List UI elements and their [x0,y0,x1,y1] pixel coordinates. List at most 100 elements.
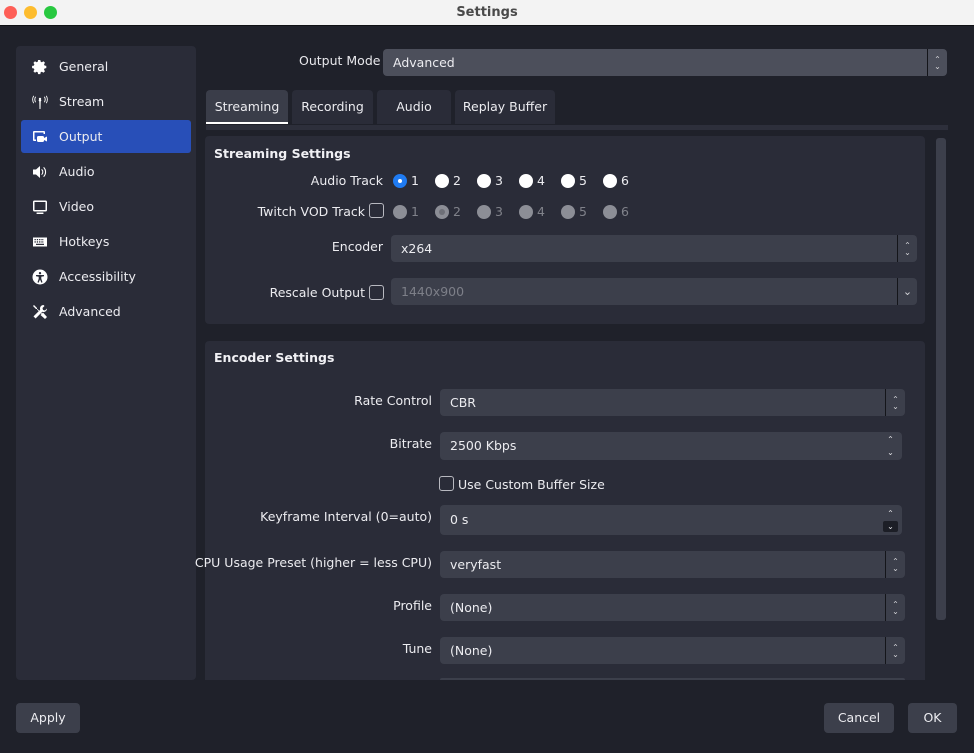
streaming-settings-title: Streaming Settings [214,146,351,161]
sidebar-item-advanced[interactable]: Advanced [21,295,191,328]
tune-label: Tune [402,641,432,656]
output-mode-select[interactable]: Advanced ⌃ ⌄ [383,49,947,76]
twitch-vod-option-label: 6 [621,204,629,219]
audio-track-radio-4[interactable] [519,174,533,188]
audio-track-option-label: 5 [579,173,587,188]
audio-track-option-label: 6 [621,173,629,188]
rescale-output-checkbox[interactable] [369,285,384,300]
tab-replay-buffer[interactable]: Replay Buffer [455,90,555,124]
keyframe-interval-spinbox[interactable]: 0 s ⌃ ⌄ [440,505,902,535]
profile-value: (None) [450,600,493,615]
tab-bar-divider [206,125,948,130]
rate-control-label: Rate Control [354,393,432,408]
output-icon [32,129,48,145]
tab-recording[interactable]: Recording [292,90,373,124]
twitch-vod-radio-3[interactable] [477,205,491,219]
audio-track-radio-6[interactable] [603,174,617,188]
accessibility-icon [32,269,48,285]
rate-control-select[interactable]: CBR ⌃ ⌄ [440,389,905,416]
spin-up-icon[interactable]: ⌃ [887,508,894,519]
cancel-button[interactable]: Cancel [824,703,894,733]
spin-arrows: ⌃ ⌄ [883,508,898,532]
clipped-field [440,678,905,680]
tune-value: (None) [450,643,493,658]
sidebar-item-accessibility[interactable]: Accessibility [21,260,191,293]
spin-arrows: ⌃ ⌄ [883,434,898,458]
audio-track-radio-2[interactable] [435,174,449,188]
twitch-vod-radio-4[interactable] [519,205,533,219]
spin-up-icon[interactable]: ⌃ [887,434,894,445]
rescale-output-select[interactable]: 1440x900 ⌄ [391,278,917,305]
spin-down-icon[interactable]: ⌄ [887,447,894,458]
bitrate-spinbox[interactable]: 2500 Kbps ⌃ ⌄ [440,432,902,460]
tab-label: Audio [396,99,432,114]
updown-arrows-icon: ⌃ ⌄ [885,594,905,621]
output-mode-label: Output Mode [299,53,381,68]
twitch-vod-radio-2[interactable] [435,205,449,219]
audio-track-option-label: 3 [495,173,503,188]
encoder-settings-title: Encoder Settings [214,350,335,365]
updown-arrows-icon: ⌃ ⌄ [885,551,905,578]
custom-buffer-checkbox[interactable] [439,476,454,491]
updown-arrows-icon: ⌃ ⌄ [897,235,917,262]
twitch-vod-radio-5[interactable] [561,205,575,219]
tab-streaming[interactable]: Streaming [206,90,288,124]
tab-audio[interactable]: Audio [377,90,451,124]
audio-track-label: Audio Track [310,173,383,188]
keyboard-icon [32,234,48,250]
sidebar-item-label: Audio [59,164,95,179]
monitor-icon [32,199,48,215]
audio-track-option-label: 1 [411,173,419,188]
twitch-vod-option-label: 2 [453,204,461,219]
twitch-vod-track-label: Twitch VOD Track [257,204,365,219]
gear-icon [32,59,48,75]
minimize-window-button[interactable] [24,6,37,19]
tune-select[interactable]: (None) ⌃ ⌄ [440,637,905,664]
bitrate-label: Bitrate [389,436,432,451]
close-window-button[interactable] [4,6,17,19]
profile-select[interactable]: (None) ⌃ ⌄ [440,594,905,621]
sidebar-item-hotkeys[interactable]: Hotkeys [21,225,191,258]
audio-track-radio-3[interactable] [477,174,491,188]
chevron-down-icon: ⌄ [897,278,917,305]
sidebar-item-output[interactable]: Output [21,120,191,153]
twitch-vod-radio-1[interactable] [393,205,407,219]
twitch-vod-radio-6[interactable] [603,205,617,219]
cpu-preset-label: CPU Usage Preset (higher = less CPU) [194,555,432,570]
custom-buffer-label: Use Custom Buffer Size [458,477,605,492]
cpu-preset-value: veryfast [450,557,502,572]
speaker-icon [32,164,48,180]
encoder-select[interactable]: x264 ⌃ ⌄ [391,235,917,262]
cpu-preset-select[interactable]: veryfast ⌃ ⌄ [440,551,905,578]
tab-label: Streaming [214,99,280,114]
keyframe-interval-value: 0 s [450,512,469,527]
twitch-vod-track-checkbox[interactable] [369,203,384,218]
apply-button[interactable]: Apply [16,703,80,733]
sidebar-item-label: General [59,59,109,74]
sidebar-item-video[interactable]: Video [21,190,191,223]
window-title: Settings [456,5,518,20]
spin-down-icon[interactable]: ⌄ [883,521,898,532]
twitch-vod-option-label: 4 [537,204,545,219]
audio-track-radio-1[interactable] [393,174,407,188]
tab-label: Recording [301,99,364,114]
rescale-output-label: Rescale Output [269,285,365,300]
maximize-window-button[interactable] [44,6,57,19]
sidebar-item-general[interactable]: General [21,50,191,83]
tools-icon [32,304,48,320]
audio-track-option-label: 2 [453,173,461,188]
sidebar-item-label: Hotkeys [59,234,110,249]
audio-track-radio-5[interactable] [561,174,575,188]
twitch-vod-option-label: 3 [495,204,503,219]
sidebar-item-audio[interactable]: Audio [21,155,191,188]
antenna-icon [32,94,48,110]
sidebar-item-label: Accessibility [59,269,136,284]
keyframe-interval-label: Keyframe Interval (0=auto) [260,509,432,524]
bitrate-value: 2500 Kbps [450,438,517,453]
sidebar-item-label: Video [59,199,95,214]
updown-arrows-icon: ⌃ ⌄ [885,389,905,416]
settings-scrollbar[interactable] [936,138,946,620]
audio-track-option-label: 4 [537,173,545,188]
ok-button[interactable]: OK [908,703,957,733]
sidebar-item-stream[interactable]: Stream [21,85,191,118]
